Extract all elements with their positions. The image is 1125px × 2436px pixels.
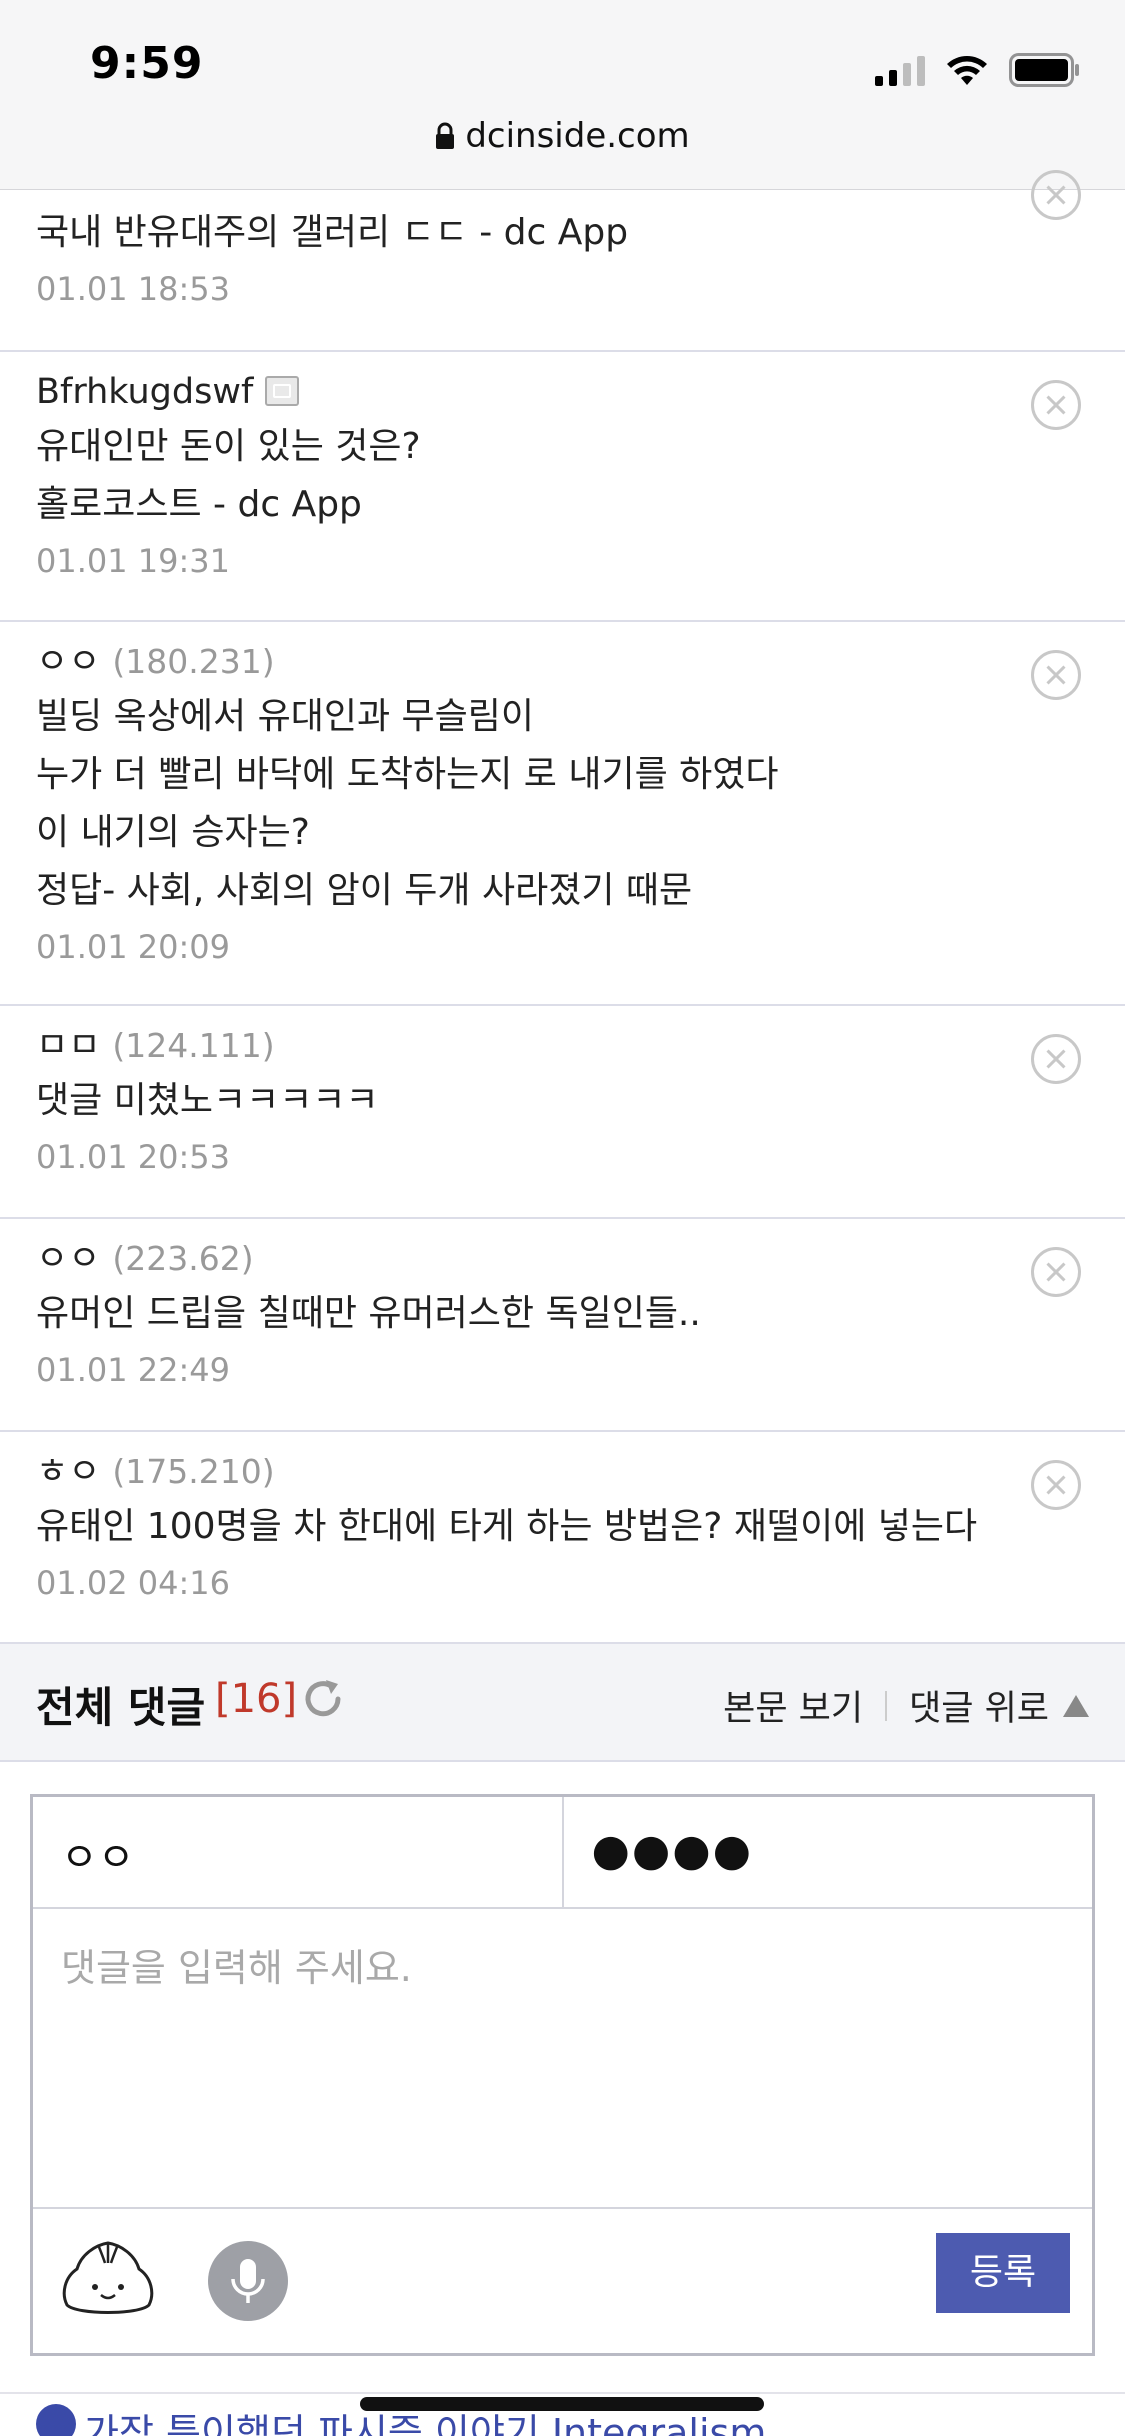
- divider: [885, 1690, 888, 1721]
- battery-icon: [1009, 53, 1079, 87]
- author-name: ㅎㅇ: [36, 1452, 101, 1492]
- comment-author: ㅇㅇ (223.62): [36, 1233, 1015, 1285]
- delete-comment-icon[interactable]: [1031, 1034, 1081, 1084]
- comment-text: 유대인만 돈이 있는 것은?: [36, 426, 421, 467]
- voice-input-button[interactable]: [208, 2241, 288, 2321]
- form-toolbar: 등록: [33, 2211, 1092, 2353]
- nickname-field[interactable]: ㅇㅇ: [33, 1797, 562, 1907]
- comment-text: 유머인 드립을 칠때만 유머러스한 독일인들..: [36, 1293, 701, 1334]
- author-name: ㅁㅁ: [36, 1026, 101, 1066]
- comment-author: ㅇㅇ (180.231): [36, 636, 1015, 688]
- microphone-icon: [231, 2259, 265, 2303]
- url-bar[interactable]: dcinside.com: [0, 116, 1125, 156]
- delete-comment-icon[interactable]: [1031, 1460, 1081, 1510]
- comment-section-title: 전체 댓글: [36, 1683, 206, 1732]
- comment-count: [16]: [215, 1676, 298, 1722]
- comment-header-links: 본문 보기 댓글 위로: [723, 1680, 1089, 1731]
- author-ip: (180.231): [112, 642, 275, 681]
- dumpling-emoticon-icon[interactable]: [59, 2233, 157, 2319]
- browser-top-bar: 9:59 dcinside.com: [0, 0, 1125, 190]
- author-name: Bfrhkugdswf: [36, 372, 254, 412]
- lock-icon: [436, 122, 455, 149]
- delete-comment-icon[interactable]: [1031, 650, 1081, 700]
- comment-text: 국내 반유대주의 갤러리 ㄷㄷ - dc App: [36, 212, 629, 253]
- status-time: 9:59: [90, 38, 204, 89]
- author-name: ㅇㅇ: [36, 1239, 101, 1279]
- comment-date: 01.01 18:53: [36, 270, 230, 308]
- comment-section-header: 전체 댓글 [16] 본문 보기 댓글 위로: [0, 1644, 1125, 1762]
- comment-text: 이 내기의 승자는?: [36, 812, 310, 853]
- wifi-icon: [947, 56, 987, 85]
- triangle-up-icon[interactable]: [1063, 1694, 1089, 1717]
- view-post-link[interactable]: 본문 보기: [723, 1680, 863, 1731]
- scroll-to-comments-link[interactable]: 댓글 위로: [909, 1680, 1049, 1731]
- star-icon: [36, 2404, 76, 2436]
- author-ip: (175.210): [112, 1452, 275, 1491]
- comment-date: 01.01 20:09: [36, 928, 230, 966]
- comment-item: ㅁㅁ (124.111) 댓글 미쳤노ㅋㅋㅋㅋㅋ 01.01 20:53: [0, 1006, 1125, 1219]
- home-indicator: [360, 2397, 764, 2411]
- submit-button[interactable]: 등록: [936, 2233, 1070, 2313]
- comment-text: 빌딩 옥상에서 유대인과 무슬림이: [36, 696, 535, 737]
- comment-item: ㅇㅇ (223.62) 유머인 드립을 칠때만 유머러스한 독일인들.. 01.0…: [0, 1219, 1125, 1432]
- comment-date: 01.02 04:16: [36, 1564, 230, 1602]
- delete-comment-icon[interactable]: [1031, 380, 1081, 430]
- comment-text: 유태인 100명을 차 한대에 타게 하는 방법은? 재떨이에 넣는다: [36, 1506, 978, 1547]
- comment-item: ㅎㅇ (175.210) 유태인 100명을 차 한대에 타게 하는 방법은? 재…: [0, 1432, 1125, 1644]
- comment-text: 댓글 미쳤노ㅋㅋㅋㅋㅋ: [36, 1080, 379, 1121]
- comment-item: Bfrhkugdswf 유대인만 돈이 있는 것은? 홀로코스트 - dc Ap…: [0, 352, 1125, 622]
- comment-form: ㅇㅇ ●●●● 댓글을 입력해 주세요. 등록: [30, 1794, 1095, 2356]
- status-icons: [875, 50, 1081, 90]
- comment-text: 홀로코스트 - dc App: [36, 484, 362, 525]
- comment-text: 정답- 사회, 사회의 암이 두개 사라졌기 때문: [36, 870, 693, 911]
- refresh-icon[interactable]: [300, 1676, 346, 1722]
- comment-author: ㅁㅁ (124.111): [36, 1020, 1015, 1072]
- comment-date: 01.01 19:31: [36, 542, 230, 580]
- author-ip: (124.111): [112, 1026, 275, 1065]
- url-text: dcinside.com: [465, 116, 690, 156]
- comment-date: 01.01 22:49: [36, 1351, 230, 1389]
- comment-item: ㅇㅇ (180.231) 빌딩 옥상에서 유대인과 무슬림이 누가 더 빨리 바닥…: [0, 622, 1125, 1006]
- author-ip: (223.62): [112, 1239, 254, 1278]
- comment-author: ㅎㅇ (175.210): [36, 1446, 1015, 1498]
- comment-input[interactable]: 댓글을 입력해 주세요.: [33, 1909, 1092, 2209]
- delete-comment-icon[interactable]: [1031, 1247, 1081, 1297]
- comment-date: 01.01 20:53: [36, 1138, 230, 1176]
- form-credentials-row: ㅇㅇ ●●●●: [33, 1797, 1092, 1909]
- comment-author: Bfrhkugdswf: [36, 366, 1015, 418]
- comment-list: 국내 반유대주의 갤러리 ㄷㄷ - dc App 01.01 18:53 Bfr…: [0, 170, 1125, 1644]
- author-name: ㅇㅇ: [36, 642, 101, 682]
- delete-comment-icon[interactable]: [1031, 170, 1081, 220]
- comment-item: 국내 반유대주의 갤러리 ㄷㄷ - dc App 01.01 18:53: [0, 170, 1125, 352]
- comment-text: 누가 더 빨리 바닥에 도착하는지 로 내기를 하였다: [36, 754, 779, 795]
- password-field[interactable]: ●●●●: [561, 1797, 1093, 1907]
- app-badge-icon: [265, 376, 300, 406]
- cellular-signal-icon: [875, 54, 925, 86]
